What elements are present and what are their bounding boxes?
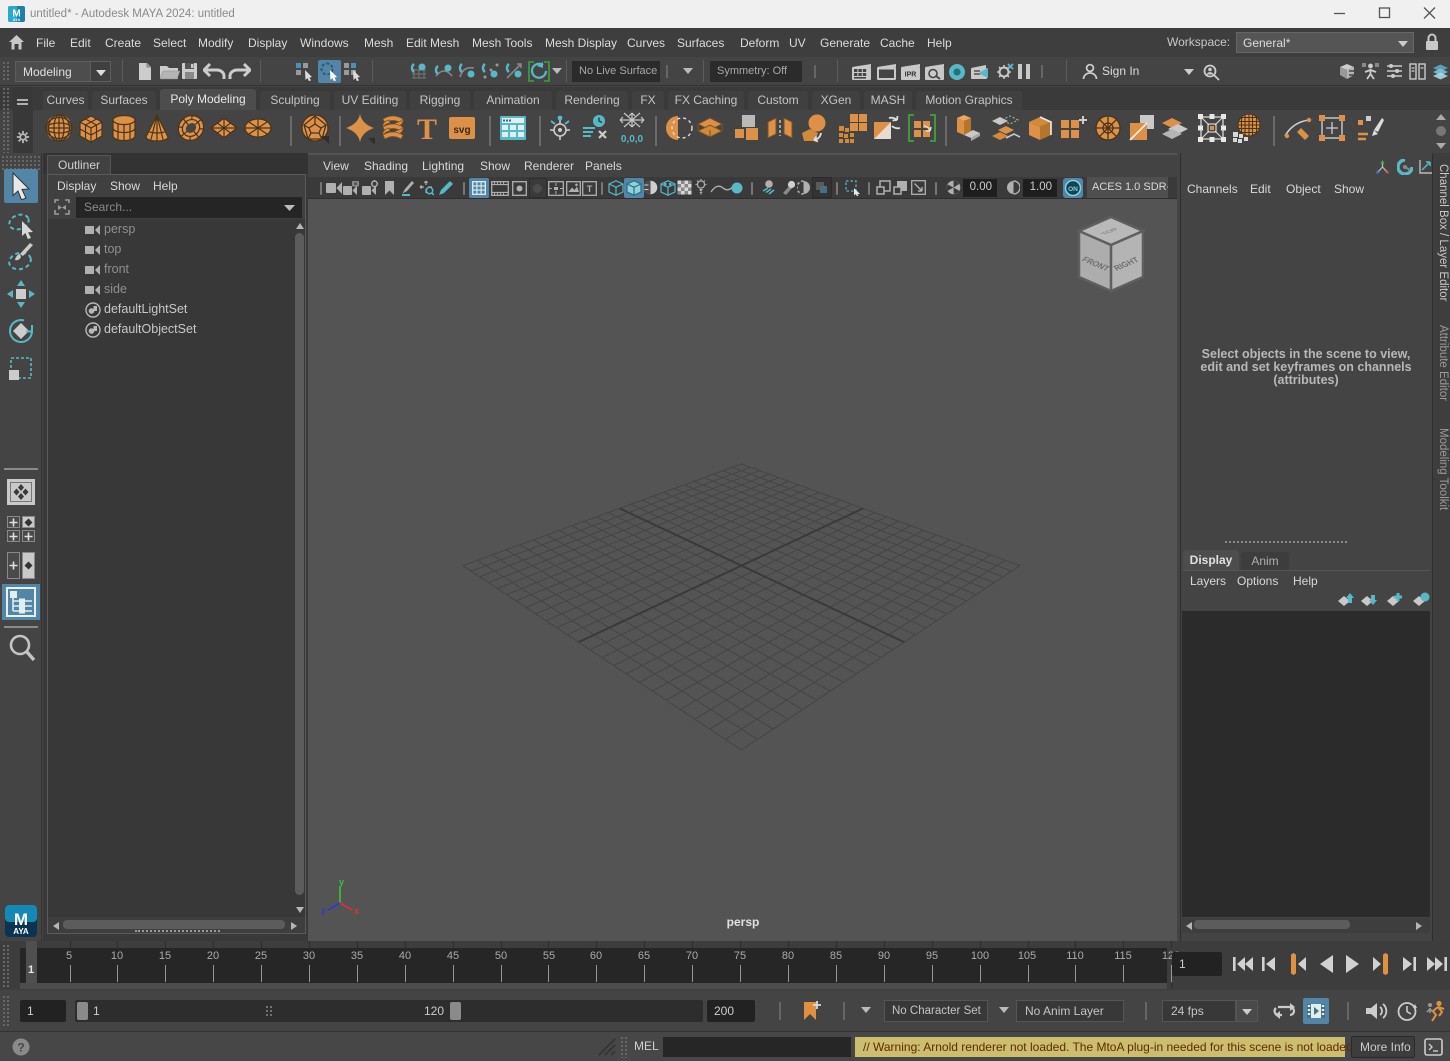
svg-text:AYA: AYA — [13, 927, 29, 936]
svg-text:AYA: AYA — [13, 17, 21, 22]
svg-text:y: y — [339, 877, 344, 887]
svg-text:T: T — [417, 113, 437, 144]
svg-text:ON: ON — [1068, 186, 1078, 193]
svg-text:x: x — [354, 906, 359, 916]
svg-text:svg: svg — [453, 125, 470, 136]
svg-text:?: ? — [17, 1041, 24, 1055]
svg-text:z: z — [321, 906, 326, 916]
svg-text:T: T — [587, 184, 593, 195]
svg-text:IPR: IPR — [905, 72, 917, 79]
svg-text:0,0,0: 0,0,0 — [621, 134, 644, 144]
